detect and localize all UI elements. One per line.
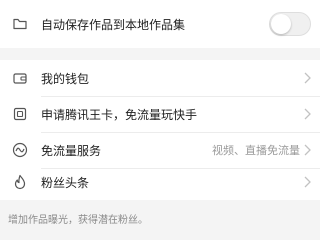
- auto-save-row[interactable]: 自动保存作品到本地作品集: [0, 6, 320, 42]
- auto-save-label: 自动保存作品到本地作品集: [41, 17, 186, 32]
- wallet-label: 我的钱包: [41, 71, 90, 86]
- chevron-right-icon: [304, 72, 311, 84]
- menu-item-free-data[interactable]: 免流量服务 视频、直播免流量: [0, 132, 320, 168]
- menu-card: 我的钱包 申请腾讯王卡，免流量玩快手 免流量服务 视频、直播免流量 粉丝头条: [0, 60, 320, 200]
- menu-item-wallet[interactable]: 我的钱包: [0, 60, 320, 96]
- menu-item-fans[interactable]: 粉丝头条: [0, 164, 320, 200]
- fans-footnote: 增加作品曝光，获得潜在粉丝。: [8, 215, 148, 226]
- card-icon: [12, 106, 28, 122]
- wangka-label: 申请腾讯王卡，免流量玩快手: [41, 107, 198, 122]
- folder-icon: [12, 16, 28, 32]
- free-data-value: 视频、直播免流量: [212, 144, 300, 157]
- wave-icon: [12, 142, 28, 158]
- menu-item-wangka[interactable]: 申请腾讯王卡，免流量玩快手: [0, 96, 320, 132]
- fans-label: 粉丝头条: [41, 175, 90, 190]
- chevron-right-icon: [304, 176, 311, 188]
- wallet-icon: [12, 70, 28, 86]
- auto-save-toggle[interactable]: [269, 12, 311, 36]
- free-data-label: 免流量服务: [41, 143, 102, 158]
- flame-icon: [12, 174, 28, 190]
- chevron-right-icon: [304, 144, 311, 156]
- auto-save-card: 自动保存作品到本地作品集: [0, 0, 320, 48]
- chevron-right-icon: [304, 108, 311, 120]
- toggle-knob: [271, 14, 291, 34]
